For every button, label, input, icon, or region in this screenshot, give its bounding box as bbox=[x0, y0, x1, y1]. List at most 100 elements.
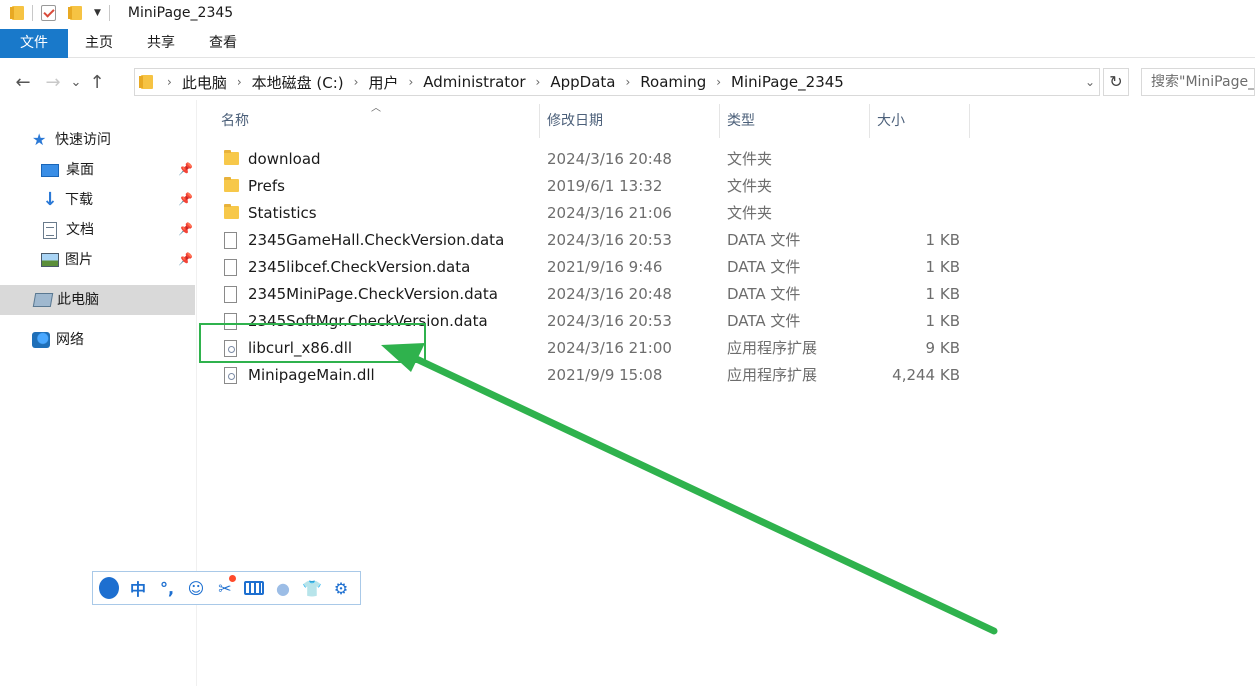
tab-view[interactable]: 查看 bbox=[192, 29, 254, 58]
file-date: 2021/9/16 9:46 bbox=[547, 258, 663, 276]
sidebar-item-downloads[interactable]: ↓ 下载 bbox=[41, 185, 93, 215]
sidebar-item-desktop[interactable]: 桌面 bbox=[41, 155, 191, 185]
folder-icon bbox=[224, 204, 239, 219]
chevron-right-icon[interactable]: › bbox=[536, 75, 541, 89]
divider bbox=[108, 4, 110, 21]
new-folder-icon[interactable] bbox=[68, 5, 82, 20]
sidebar-item-label: 图片 bbox=[65, 252, 93, 268]
breadcrumb-appdata[interactable]: AppData bbox=[550, 73, 615, 91]
file-type: 文件夹 bbox=[727, 177, 773, 195]
title-bar: ▼ MiniPage_2345 bbox=[0, 0, 1255, 25]
folder-icon bbox=[10, 5, 24, 20]
keyboard-icon[interactable] bbox=[244, 578, 264, 598]
sidebar-item-label: 文档 bbox=[66, 222, 94, 238]
chevron-down-icon[interactable]: ⌄ bbox=[1085, 75, 1095, 89]
file-icon bbox=[224, 286, 237, 303]
sidebar-item-this-pc[interactable]: 此电脑 bbox=[0, 285, 195, 315]
divider bbox=[32, 4, 33, 21]
file-date: 2019/6/1 13:32 bbox=[547, 177, 663, 195]
sidebar-item-label: 桌面 bbox=[66, 162, 94, 178]
file-size: 1 KB bbox=[925, 285, 960, 303]
tab-file[interactable]: 文件 bbox=[0, 28, 68, 58]
file-date: 2021/9/9 15:08 bbox=[547, 366, 663, 384]
file-date: 2024/3/16 20:48 bbox=[547, 285, 672, 303]
star-icon: ★ bbox=[32, 130, 47, 149]
scissors-icon[interactable]: ✂ bbox=[215, 575, 236, 598]
file-size: 9 KB bbox=[925, 339, 960, 357]
chevron-right-icon[interactable]: › bbox=[354, 75, 359, 89]
window-title: MiniPage_2345 bbox=[127, 4, 234, 21]
navigation-bar: ← → ⌄ ↑ › 此电脑 › 本地磁盘 (C:) › 用户 › Adminis… bbox=[0, 64, 1255, 100]
chevron-right-icon[interactable]: › bbox=[716, 75, 721, 89]
up-button[interactable]: ↑ bbox=[84, 72, 110, 93]
breadcrumb-minipage[interactable]: MiniPage_2345 bbox=[731, 73, 844, 91]
column-header-type[interactable]: 类型 bbox=[720, 104, 870, 138]
chevron-right-icon[interactable]: › bbox=[408, 75, 413, 89]
arrow-shaft bbox=[404, 351, 998, 635]
computer-icon bbox=[32, 293, 54, 307]
file-type: 文件夹 bbox=[727, 150, 773, 168]
refresh-button[interactable]: ↻ bbox=[1103, 68, 1129, 96]
file-type: 应用程序扩展 bbox=[727, 339, 818, 357]
forward-button[interactable]: → bbox=[38, 72, 68, 93]
file-name: 2345MiniPage.CheckVersion.data bbox=[248, 285, 498, 303]
user-avatar-icon[interactable] bbox=[99, 577, 119, 599]
column-header-date[interactable]: 修改日期 bbox=[540, 104, 720, 138]
desktop-icon bbox=[41, 163, 59, 177]
sidebar-item-documents[interactable]: 文档 bbox=[43, 215, 94, 245]
network-icon bbox=[32, 332, 50, 348]
properties-icon[interactable] bbox=[41, 4, 56, 21]
pin-icon[interactable]: 📌 bbox=[178, 252, 193, 266]
punctuation-toggle[interactable]: °, bbox=[157, 578, 177, 598]
sidebar-item-pictures[interactable]: 图片 bbox=[41, 245, 93, 275]
column-header-size[interactable]: 大小 bbox=[870, 104, 970, 138]
file-row[interactable]: Statistics 2024/3/16 21:06 文件夹 bbox=[218, 200, 970, 227]
file-name: 2345libcef.CheckVersion.data bbox=[248, 258, 471, 276]
back-button[interactable]: ← bbox=[8, 72, 38, 93]
pin-icon[interactable]: 📌 bbox=[178, 162, 193, 176]
search-input[interactable]: 搜索"MiniPage_2345" bbox=[1141, 68, 1255, 96]
folder-icon bbox=[224, 150, 239, 165]
file-row[interactable]: download 2024/3/16 20:48 文件夹 bbox=[218, 146, 970, 173]
file-icon bbox=[224, 232, 237, 249]
file-row[interactable]: 2345GameHall.CheckVersion.data 2024/3/16… bbox=[218, 227, 970, 254]
file-explorer-window: ▼ MiniPage_2345 文件 主页 共享 查看 ← → ⌄ ↑ › 此电… bbox=[0, 0, 1255, 686]
column-header-name[interactable]: 名称 bbox=[214, 104, 540, 138]
breadcrumb-roaming[interactable]: Roaming bbox=[640, 73, 706, 91]
emoji-icon[interactable]: ☺ bbox=[186, 578, 206, 598]
file-row[interactable]: 2345MiniPage.CheckVersion.data 2024/3/16… bbox=[218, 281, 970, 308]
skin-shirt-icon[interactable]: 👕 bbox=[302, 578, 322, 598]
sidebar-item-network[interactable]: 网络 bbox=[32, 325, 84, 355]
breadcrumb-local-disk[interactable]: 本地磁盘 (C:) bbox=[252, 72, 344, 93]
recent-locations-button[interactable]: ⌄ bbox=[68, 75, 84, 90]
file-row[interactable]: Prefs 2019/6/1 13:32 文件夹 bbox=[218, 173, 970, 200]
pin-icon[interactable]: 📌 bbox=[178, 222, 193, 236]
chinese-mode-toggle[interactable]: 中 bbox=[128, 578, 148, 599]
file-row[interactable]: 2345libcef.CheckVersion.data 2021/9/16 9… bbox=[218, 254, 970, 281]
quick-access-toolbar: ▼ bbox=[0, 0, 118, 25]
file-size: 1 KB bbox=[925, 231, 960, 249]
tab-home[interactable]: 主页 bbox=[68, 29, 130, 58]
folder-icon bbox=[139, 75, 153, 89]
chevron-right-icon[interactable]: › bbox=[237, 75, 242, 89]
file-date: 2024/3/16 21:06 bbox=[547, 204, 672, 222]
chevron-right-icon[interactable]: › bbox=[625, 75, 630, 89]
customize-toolbar-icon[interactable]: ▼ bbox=[94, 8, 101, 18]
file-date: 2024/3/16 21:00 bbox=[547, 339, 672, 357]
pin-icon[interactable]: 📌 bbox=[178, 192, 193, 206]
breadcrumb-users[interactable]: 用户 bbox=[368, 72, 398, 93]
tab-share[interactable]: 共享 bbox=[130, 29, 192, 58]
address-bar[interactable]: › 此电脑 › 本地磁盘 (C:) › 用户 › Administrator ›… bbox=[134, 68, 1100, 96]
file-date: 2024/3/16 20:48 bbox=[547, 150, 672, 168]
sidebar-item-label: 快速访问 bbox=[55, 132, 111, 148]
file-size: 4,244 KB bbox=[892, 366, 960, 384]
chevron-right-icon[interactable]: › bbox=[167, 75, 172, 89]
person-icon[interactable]: ● bbox=[273, 578, 293, 598]
breadcrumb-this-pc[interactable]: 此电脑 bbox=[182, 72, 227, 93]
breadcrumb-administrator[interactable]: Administrator bbox=[423, 73, 525, 91]
file-row[interactable]: MinipageMain.dll 2021/9/9 15:08 应用程序扩展 4… bbox=[218, 362, 970, 389]
settings-gear-icon[interactable]: ⚙ bbox=[331, 578, 351, 598]
ime-toolbar: 中 °, ☺ ✂ ● 👕 ⚙ bbox=[92, 571, 361, 605]
sidebar-item-label: 网络 bbox=[56, 332, 84, 348]
sidebar-item-quick-access[interactable]: ★ 快速访问 bbox=[32, 125, 111, 155]
